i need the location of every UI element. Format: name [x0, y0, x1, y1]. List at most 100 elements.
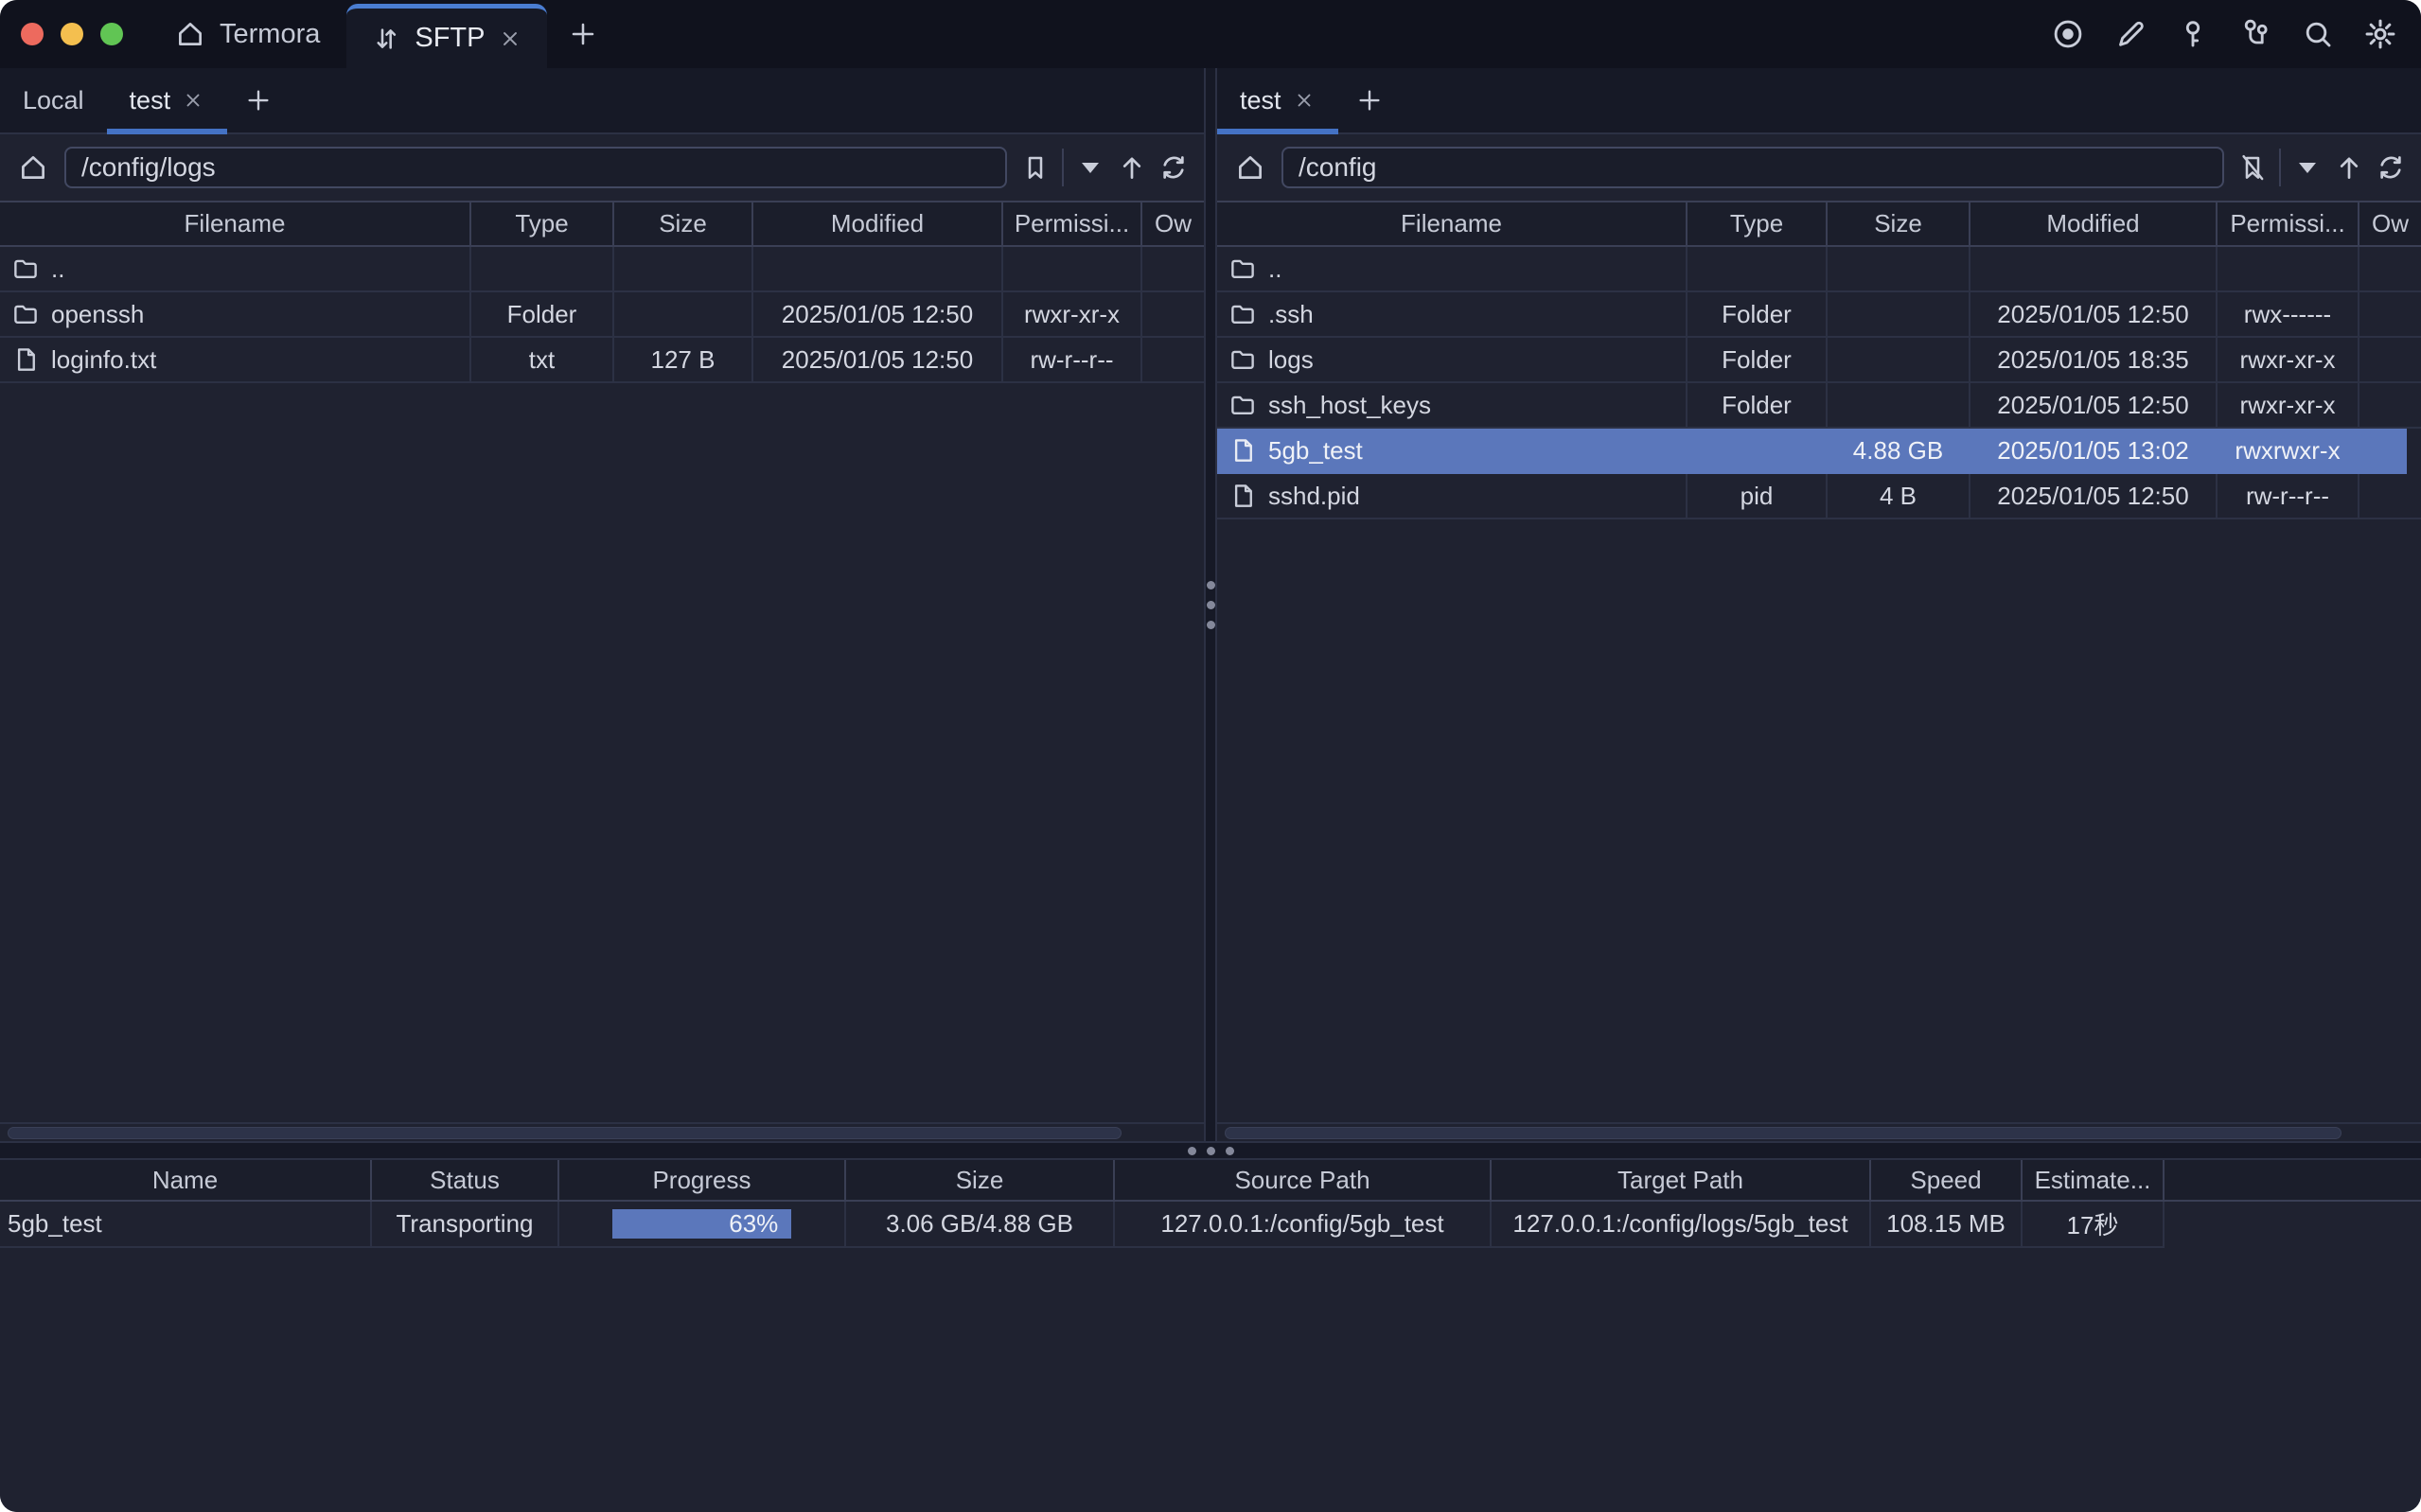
- size-cell: [614, 247, 753, 290]
- new-tab-button[interactable]: [547, 0, 619, 68]
- left-home-button[interactable]: [11, 146, 55, 189]
- table-row[interactable]: logs Folder 2025/01/05 18:35 rwxr-xr-x: [1217, 338, 2421, 383]
- right-parent-dir-button[interactable]: [2330, 146, 2368, 189]
- permissions-cell: rwxr-xr-x: [1003, 292, 1142, 336]
- table-row[interactable]: .ssh Folder 2025/01/05 12:50 rwx------: [1217, 292, 2421, 338]
- table-row[interactable]: ..: [0, 247, 1204, 292]
- column-header-target-path[interactable]: Target Path: [1492, 1160, 1871, 1200]
- left-horizontal-scrollbar: [0, 1122, 1204, 1141]
- owner-cell: [2359, 429, 2421, 472]
- minimize-window-button[interactable]: [61, 23, 83, 45]
- right-path-input[interactable]: [1281, 147, 2224, 188]
- column-header-permissions[interactable]: Permissi...: [1003, 202, 1142, 245]
- left-tab-test[interactable]: test: [107, 68, 228, 132]
- transfer-name-cell: 5gb_test: [0, 1202, 372, 1248]
- right-add-tab-button[interactable]: [1338, 68, 1401, 132]
- column-header-source-path[interactable]: Source Path: [1115, 1160, 1492, 1200]
- size-cell: [1828, 247, 1970, 290]
- left-tab-local-label: Local: [23, 86, 84, 115]
- owner-cell: [2359, 383, 2421, 427]
- gear-icon: [2362, 16, 2398, 52]
- transfer-progress-cell: 63%: [559, 1202, 846, 1248]
- column-header-estimate[interactable]: Estimate...: [2023, 1160, 2165, 1200]
- column-header-type[interactable]: Type: [1688, 202, 1828, 245]
- table-row[interactable]: ..: [1217, 247, 2421, 292]
- column-header-progress[interactable]: Progress: [559, 1160, 846, 1200]
- divider: [2279, 149, 2281, 186]
- left-bookmark-dropdown[interactable]: [1071, 146, 1109, 189]
- left-parent-dir-button[interactable]: [1113, 146, 1151, 189]
- tab-termora[interactable]: Termora: [148, 0, 346, 68]
- modified-cell: 2025/01/05 18:35: [1970, 338, 2218, 381]
- close-icon[interactable]: [498, 26, 522, 51]
- progress-bar: 63%: [612, 1209, 792, 1239]
- column-header-filename[interactable]: Filename: [1217, 202, 1688, 245]
- scrollbar-thumb[interactable]: [8, 1127, 1122, 1139]
- table-row[interactable]: ssh_host_keys Folder 2025/01/05 12:50 rw…: [1217, 383, 2421, 429]
- owner-cell: [2359, 292, 2421, 336]
- column-header-size[interactable]: Size: [614, 202, 753, 245]
- modified-cell: 2025/01/05 12:50: [753, 338, 1003, 381]
- column-header-name[interactable]: Name: [0, 1160, 372, 1200]
- column-header-empty: [2165, 1160, 2421, 1200]
- column-header-modified[interactable]: Modified: [1970, 202, 2218, 245]
- transfer-status-cell: Transporting: [372, 1202, 559, 1248]
- left-refresh-button[interactable]: [1155, 146, 1193, 189]
- arrow-up-icon: [2333, 151, 2365, 184]
- scrollbar-thumb[interactable]: [1225, 1127, 2341, 1139]
- zoom-window-button[interactable]: [100, 23, 123, 45]
- left-tab-test-label: test: [130, 86, 171, 115]
- modified-cell: 2025/01/05 12:50: [753, 292, 1003, 336]
- permissions-cell: [2218, 247, 2359, 290]
- filename-label: .ssh: [1268, 300, 1314, 329]
- right-bookmark-dropdown[interactable]: [2288, 146, 2326, 189]
- column-header-owner[interactable]: Ow: [2359, 202, 2421, 245]
- tab-sftp[interactable]: SFTP: [346, 4, 547, 68]
- right-refresh-button[interactable]: [2372, 146, 2410, 189]
- left-tab-close-button[interactable]: [182, 89, 204, 112]
- column-header-size[interactable]: Size: [846, 1160, 1115, 1200]
- left-path-tools: [1016, 146, 1193, 189]
- plus-icon: [1355, 86, 1384, 114]
- close-window-button[interactable]: [21, 23, 44, 45]
- table-row[interactable]: openssh Folder 2025/01/05 12:50 rwxr-xr-…: [0, 292, 1204, 338]
- key-manager-button[interactable]: [2171, 12, 2215, 56]
- size-cell: [614, 292, 753, 336]
- filename-cell: .ssh: [1217, 292, 1688, 336]
- left-bookmark-button[interactable]: [1016, 146, 1054, 189]
- right-bookmark-remove-button[interactable]: [2234, 146, 2271, 189]
- column-header-modified[interactable]: Modified: [753, 202, 1003, 245]
- keychain-button[interactable]: [2234, 12, 2277, 56]
- owner-cell: [2359, 247, 2421, 290]
- right-tab-close-button[interactable]: [1293, 89, 1316, 112]
- transfer-row[interactable]: 5gb_test Transporting 63% 3.06 GB/4.88 G…: [0, 1202, 2421, 1248]
- left-path-input[interactable]: [64, 147, 1007, 188]
- transfers-header: Name Status Progress Size Source Path Ta…: [0, 1160, 2421, 1202]
- close-icon: [1293, 89, 1316, 112]
- edit-button[interactable]: [2109, 12, 2152, 56]
- right-tab-test[interactable]: test: [1217, 68, 1338, 132]
- record-button[interactable]: [2046, 12, 2090, 56]
- close-icon: [182, 89, 204, 112]
- column-header-permissions[interactable]: Permissi...: [2218, 202, 2359, 245]
- table-row-selected[interactable]: 5gb_test 4.88 GB 2025/01/05 13:02 rwxrwx…: [1217, 429, 2421, 474]
- table-row[interactable]: sshd.pid pid 4 B 2025/01/05 12:50 rw-r--…: [1217, 474, 2421, 519]
- pane-splitter[interactable]: [1204, 68, 1217, 1141]
- settings-button[interactable]: [2359, 12, 2402, 56]
- column-header-size[interactable]: Size: [1828, 202, 1970, 245]
- right-home-button[interactable]: [1228, 146, 1272, 189]
- type-cell: Folder: [1688, 383, 1828, 427]
- column-header-filename[interactable]: Filename: [0, 202, 471, 245]
- search-button[interactable]: [2296, 12, 2340, 56]
- transfers-splitter[interactable]: [0, 1141, 2421, 1160]
- pencil-icon: [2113, 17, 2147, 51]
- column-header-status[interactable]: Status: [372, 1160, 559, 1200]
- left-add-tab-button[interactable]: [227, 68, 290, 132]
- folder-icon: [11, 300, 40, 328]
- left-tab-local[interactable]: Local: [0, 68, 107, 132]
- column-header-type[interactable]: Type: [471, 202, 614, 245]
- column-header-owner[interactable]: Ow: [1142, 202, 1204, 245]
- table-row[interactable]: loginfo.txt txt 127 B 2025/01/05 12:50 r…: [0, 338, 1204, 383]
- type-cell: Folder: [1688, 338, 1828, 381]
- column-header-speed[interactable]: Speed: [1871, 1160, 2023, 1200]
